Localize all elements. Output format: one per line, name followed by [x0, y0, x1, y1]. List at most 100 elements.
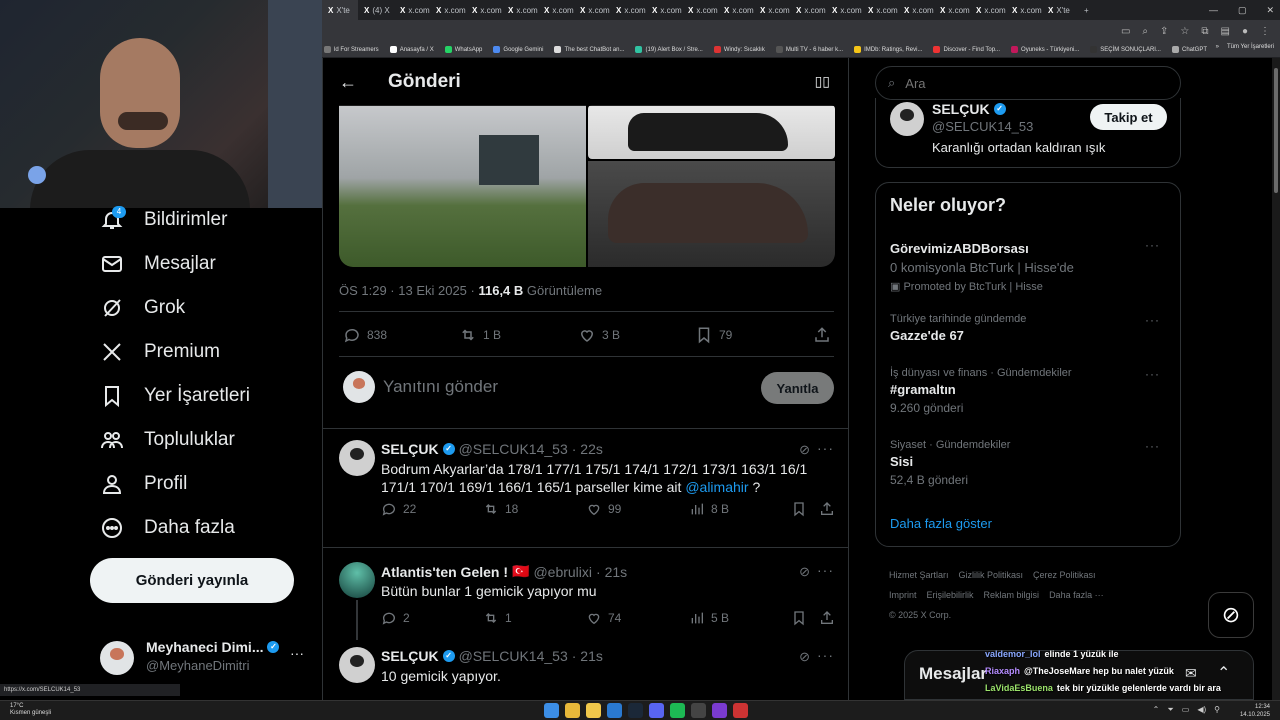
post-image-sedan[interactable]: [588, 105, 835, 159]
spotify-icon[interactable]: [670, 703, 685, 718]
weather-widget[interactable]: 17°C Kısmen güneşli: [10, 703, 51, 717]
browser-tab[interactable]: Xx.com: [430, 6, 466, 15]
follow-button[interactable]: Takip et: [1090, 104, 1167, 130]
more-options-icon[interactable]: ···: [817, 440, 834, 456]
mention-link[interactable]: @alimahir: [685, 479, 748, 495]
new-tab-button[interactable]: +: [1078, 6, 1114, 15]
star-icon[interactable]: ☆: [1180, 26, 1189, 37]
repost-action[interactable]: 1: [483, 610, 512, 626]
tweet-time[interactable]: · 22s: [572, 441, 603, 457]
scrollbar[interactable]: [1272, 58, 1280, 700]
reply-tweet[interactable]: SELÇUK ✓ @SELCUK14_53 · 22s ⊘ ··· Bodrum Akyar…: [323, 430, 848, 548]
bookmark-item[interactable]: Discover - Find Top...: [933, 46, 1000, 53]
system-tray[interactable]: ⌃ ⏷ ▭ ◀) ⚲: [1153, 705, 1220, 715]
reply-action[interactable]: 22: [381, 501, 416, 517]
sidebar-item-yer-i-aretleri[interactable]: Yer İşaretleri: [100, 384, 250, 408]
author-name[interactable]: SELÇUK: [381, 648, 439, 664]
browser-tab[interactable]: Xx.com: [574, 6, 610, 15]
bookmark-item[interactable]: Anasayfa / X: [389, 46, 434, 53]
trend-item[interactable]: Türkiye tarihinde gündemde Gazze'de 67 ···: [890, 313, 1170, 343]
share-action[interactable]: [813, 326, 831, 344]
explorer-icon[interactable]: [586, 703, 601, 718]
bookmark-action[interactable]: [791, 501, 807, 517]
reply-action[interactable]: 2: [381, 610, 410, 626]
app-icon[interactable]: [691, 703, 706, 718]
app-icon[interactable]: [607, 703, 622, 718]
browser-tab[interactable]: Xx.com: [394, 6, 430, 15]
minimize-icon[interactable]: —: [1209, 5, 1218, 15]
footer-link[interactable]: Gizlilik Politikası: [959, 570, 1024, 580]
trend-item[interactable]: İş dünyası ve finans · Gündemdekiler #gra…: [890, 367, 1170, 415]
reply-input[interactable]: Yanıtını gönder: [383, 377, 498, 397]
bookmark-item[interactable]: ld For Streamers: [324, 46, 379, 53]
sidebar-item-profil[interactable]: Profil: [100, 472, 187, 496]
avatar[interactable]: [339, 562, 375, 598]
search-input[interactable]: [905, 75, 1146, 91]
bookmark-item[interactable]: Oyuneks - Türkiyeni...: [1011, 46, 1079, 53]
footer-link[interactable]: Imprint: [889, 590, 917, 600]
browser-tab[interactable]: Xx.com: [646, 6, 682, 15]
avatar[interactable]: [339, 440, 375, 476]
footer-link[interactable]: Çerez Politikası: [1033, 570, 1096, 580]
like-action[interactable]: 99: [586, 501, 621, 517]
author-name[interactable]: Atlantis'ten Gelen !: [381, 564, 508, 580]
footer-link[interactable]: Daha fazla ···: [1049, 590, 1104, 600]
author-handle[interactable]: @ebrulixi: [533, 564, 592, 580]
zoom-icon[interactable]: ⌕: [1142, 26, 1148, 37]
author-name[interactable]: SELÇUK: [381, 441, 439, 457]
reader-mode-icon[interactable]: ▯▯: [815, 73, 830, 90]
browser-menu-icon[interactable]: ⋮: [1260, 26, 1270, 37]
close-icon[interactable]: ✕: [1266, 5, 1274, 16]
views-action[interactable]: 8 B: [689, 501, 729, 517]
sidebar-item-grok[interactable]: Grok: [100, 296, 185, 320]
author-handle[interactable]: @SELCUK14_53: [459, 648, 568, 664]
extensions-icon[interactable]: ⧉: [1201, 26, 1208, 37]
browser-tab[interactable]: Xx.com: [682, 6, 718, 15]
browser-tab[interactable]: Xx.com: [862, 6, 898, 15]
footer-link[interactable]: Hizmet Şartları: [889, 570, 949, 580]
browser-tab[interactable]: Xx.com: [898, 6, 934, 15]
start-icon[interactable]: [544, 703, 559, 718]
bookmark-item[interactable]: The best ChatBot an...: [554, 46, 624, 53]
browser-tab[interactable]: Xx.com: [970, 6, 1006, 15]
grok-icon[interactable]: ⊘: [799, 649, 810, 665]
sidebar-item-premium[interactable]: Premium: [100, 340, 220, 364]
reply-tweet[interactable]: Atlantis'ten Gelen ! 🇹🇷 @ebrulixi · 21s ⊘ ···…: [323, 552, 848, 640]
account-more-icon[interactable]: ···: [290, 645, 304, 661]
bookmark-item[interactable]: Google Gemini: [493, 46, 543, 53]
browser-tab[interactable]: Xx.com: [790, 6, 826, 15]
cast-icon[interactable]: ▭: [1121, 26, 1130, 37]
bookmarks-overflow-icon[interactable]: »: [1216, 44, 1219, 50]
browser-tab[interactable]: Xx.com: [826, 6, 862, 15]
sidebar-item-daha-fazla[interactable]: Daha fazla: [100, 516, 235, 540]
app-icon[interactable]: [712, 703, 727, 718]
more-options-icon[interactable]: ···: [817, 647, 834, 663]
clock[interactable]: 12:34 14.10.2025: [1240, 703, 1270, 719]
author-handle[interactable]: @SELCUK14_53: [459, 441, 568, 457]
app-icon[interactable]: [733, 703, 748, 718]
sidebar-item-mesajlar[interactable]: Mesajlar: [100, 252, 216, 276]
bookmark-item[interactable]: WhatsApp: [444, 46, 482, 53]
browser-tab[interactable]: Xx.com: [610, 6, 646, 15]
grok-icon[interactable]: ⊘: [799, 564, 810, 580]
views-action[interactable]: 5 B: [689, 610, 729, 626]
browser-tab[interactable]: Xx.com: [934, 6, 970, 15]
browser-tab[interactable]: Xx.com: [538, 6, 574, 15]
repost-action[interactable]: 18: [483, 501, 518, 517]
browser-tab[interactable]: Xx.com: [466, 6, 502, 15]
reply-tweet[interactable]: SELÇUK ✓ @SELCUK14_53 · 21s ⊘ ··· 10 gemicik y…: [323, 637, 848, 700]
post-image-house[interactable]: [339, 105, 586, 267]
more-options-icon[interactable]: ···: [817, 562, 834, 578]
profile-icon[interactable]: ●: [1242, 26, 1248, 37]
steam-icon[interactable]: [628, 703, 643, 718]
like-action[interactable]: 3 B: [578, 326, 620, 344]
footer-link[interactable]: Reklam bilgisi: [984, 590, 1040, 600]
bookmark-item[interactable]: IMDb: Ratings, Revi...: [854, 46, 922, 53]
more-options-icon[interactable]: ···: [1145, 238, 1160, 252]
browser-tab[interactable]: Xx.com: [718, 6, 754, 15]
back-arrow-icon[interactable]: ←: [339, 72, 357, 93]
browser-tab[interactable]: X X'te: [1042, 6, 1078, 15]
reply-button[interactable]: Yanıtla: [761, 372, 834, 404]
share-action[interactable]: [819, 501, 835, 517]
profile-avatar[interactable]: [890, 102, 924, 136]
